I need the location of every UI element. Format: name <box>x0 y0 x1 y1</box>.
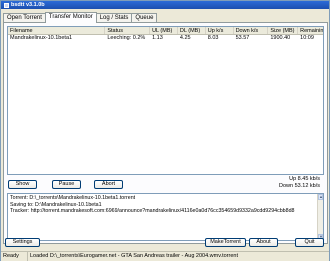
row-ul: 1.13 <box>152 35 163 41</box>
transfers-list[interactable]: Filename Status UL (MB) DL (MB) Up k/s D… <box>7 26 324 175</box>
status-bar: Ready Loaded D:\_torrents\Eurogamer.net … <box>1 251 329 261</box>
pause-button[interactable]: Pause <box>52 180 81 189</box>
row-up-speed: 8.03 <box>207 35 219 41</box>
transfer-monitor-panel: Filename Status UL (MB) DL (MB) Up k/s D… <box>3 22 328 244</box>
upload-speed-label: Up 8.45 kb/s <box>289 176 320 182</box>
column-header-size[interactable]: Size (MB) <box>268 27 299 34</box>
settings-button[interactable]: Settings <box>5 238 40 247</box>
table-row[interactable]: Mandrakelinux-10.1beta1 Leeching: 0.2% 1… <box>8 35 323 42</box>
download-speed-label: Down 53.12 kb/s <box>279 183 320 189</box>
column-header-ul[interactable]: UL (MB) <box>150 27 178 34</box>
app-window: bsdtt v3.1.0b Open Torrent Transfer Moni… <box>0 0 330 261</box>
row-filename: Mandrakelinux-10.1beta1 <box>10 35 73 41</box>
title-bar[interactable]: bsdtt v3.1.0b <box>1 1 329 9</box>
window-title: bsdtt v3.1.0b <box>11 2 45 8</box>
show-button[interactable]: Show <box>8 180 37 189</box>
row-dl: 4.25 <box>179 35 191 41</box>
row-size: 1900.40 <box>270 35 291 41</box>
column-header-dl[interactable]: DL (MB) <box>178 27 206 34</box>
status-state: Ready <box>1 252 28 261</box>
tracker-url-text: Tracker: http://torrent.mandrakesoft.com… <box>10 208 295 214</box>
column-header-remaining[interactable]: Remaining <box>298 27 323 34</box>
app-icon <box>4 2 9 8</box>
row-remaining: 10:09 <box>300 35 314 41</box>
make-torrent-button[interactable]: MakeTorrent <box>205 238 246 247</box>
quit-button[interactable]: Quit <box>295 238 324 247</box>
column-header-up-speed[interactable]: Up k/s <box>206 27 234 34</box>
row-down-speed: 53.57 <box>235 35 250 41</box>
scroll-up-arrow-icon[interactable]: ▲ <box>318 194 323 200</box>
tab-transfer-monitor[interactable]: Transfer Monitor <box>44 12 97 23</box>
column-header-down-speed[interactable]: Down k/s <box>234 27 269 34</box>
abort-button[interactable]: Abort <box>94 180 123 189</box>
info-scrollbar[interactable]: ▲ ▼ <box>317 194 323 240</box>
about-button[interactable]: About <box>249 238 278 247</box>
column-header-status[interactable]: Status <box>105 27 151 34</box>
status-message: Loaded D:\_torrents\Eurogamer.net - GTA … <box>30 253 238 259</box>
torrent-info-box[interactable]: Torrent: D:\_torrents\Mandrakelinux-10.1… <box>7 193 324 241</box>
column-header-filename[interactable]: Filename <box>8 27 106 34</box>
transfers-list-header: Filename Status UL (MB) DL (MB) Up k/s D… <box>8 27 323 35</box>
row-status: Leeching: 0.2% <box>107 35 146 41</box>
